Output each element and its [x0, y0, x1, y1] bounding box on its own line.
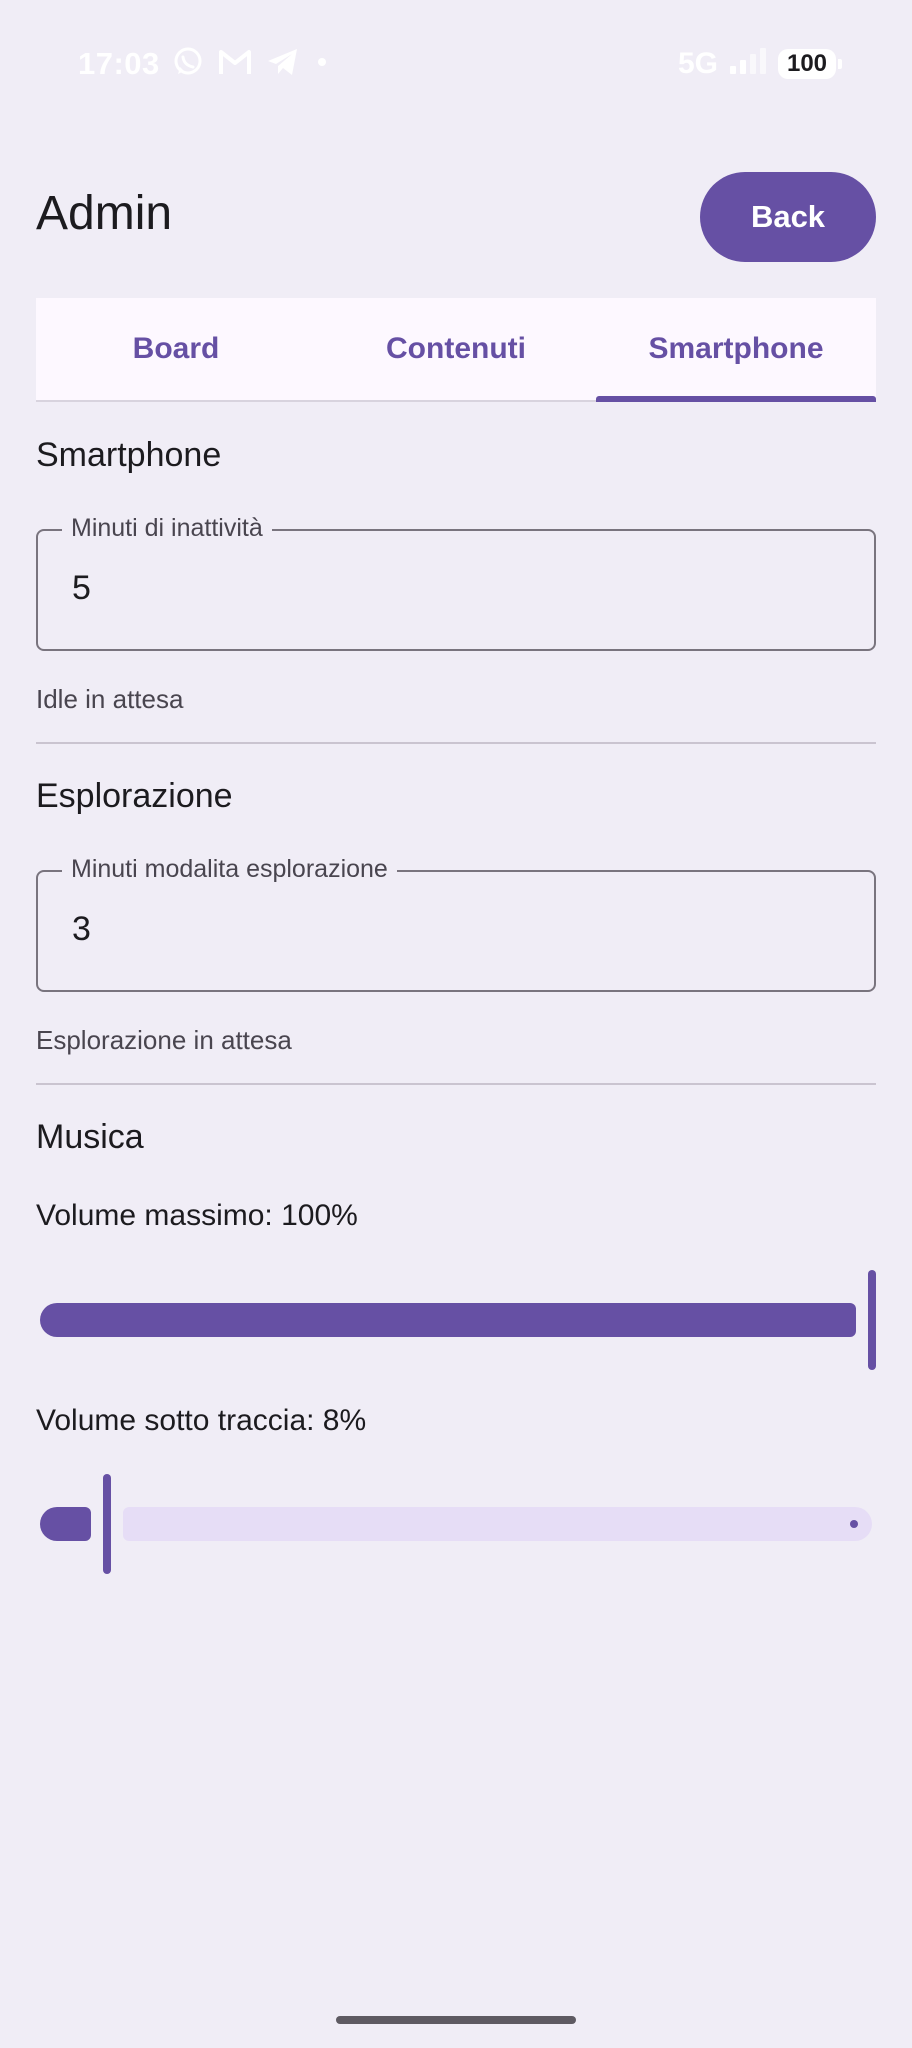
section-title-smartphone: Smartphone: [36, 436, 222, 474]
whatsapp-icon: [172, 46, 204, 78]
page-title: Admin: [36, 187, 173, 240]
exploration-minutes-field[interactable]: Minuti modalita esplorazione 3: [36, 854, 876, 992]
max-volume-slider[interactable]: [36, 1270, 876, 1370]
network-label: 5G: [677, 46, 718, 80]
tab-board[interactable]: Board: [36, 298, 316, 400]
idle-status-text: Idle in attesa: [36, 684, 184, 714]
exploration-status-text: Esplorazione in attesa: [36, 1025, 292, 1055]
gmail-icon: [218, 48, 252, 76]
telegram-icon: [266, 47, 300, 77]
notification-icons: [172, 46, 330, 78]
back-button[interactable]: Back: [700, 172, 876, 262]
tab-contenuti[interactable]: Contenuti: [316, 298, 596, 400]
status-right: 5G 100: [677, 46, 842, 81]
gesture-navigation-bar[interactable]: [336, 2016, 576, 2024]
section-title-music: Musica: [36, 1118, 144, 1156]
inactivity-minutes-value[interactable]: 5: [72, 569, 91, 608]
tab-bar: Board Contenuti Smartphone: [36, 298, 876, 402]
slider-active-track: [40, 1507, 91, 1541]
background-volume-label: Volume sotto traccia: 8%: [36, 1404, 367, 1437]
max-volume-label: Volume massimo: 100%: [36, 1199, 358, 1232]
notification-dot-icon: [314, 54, 330, 70]
slider-thumb[interactable]: [868, 1270, 876, 1370]
divider: [36, 742, 876, 744]
slider-thumb[interactable]: [102, 1474, 111, 1574]
inactivity-minutes-field[interactable]: Minuti di inattività 5: [36, 513, 876, 651]
divider: [36, 1083, 876, 1085]
section-title-exploration: Esplorazione: [36, 777, 233, 815]
background-volume-slider[interactable]: [36, 1474, 876, 1574]
battery-icon: 100: [778, 48, 842, 79]
status-time: 17:03: [78, 46, 160, 81]
signal-icon: [728, 46, 768, 81]
slider-inactive-track: [122, 1507, 872, 1541]
inactivity-minutes-label: Minuti di inattività: [62, 513, 272, 543]
battery-level: 100: [786, 49, 828, 77]
tab-smartphone[interactable]: Smartphone: [596, 298, 876, 402]
slider-active-track: [40, 1303, 856, 1337]
exploration-minutes-value[interactable]: 3: [72, 910, 91, 949]
status-bar: 17:03 5G 100: [0, 0, 912, 120]
slider-stop-indicator: [850, 1520, 858, 1528]
exploration-minutes-label: Minuti modalita esplorazione: [62, 854, 397, 884]
